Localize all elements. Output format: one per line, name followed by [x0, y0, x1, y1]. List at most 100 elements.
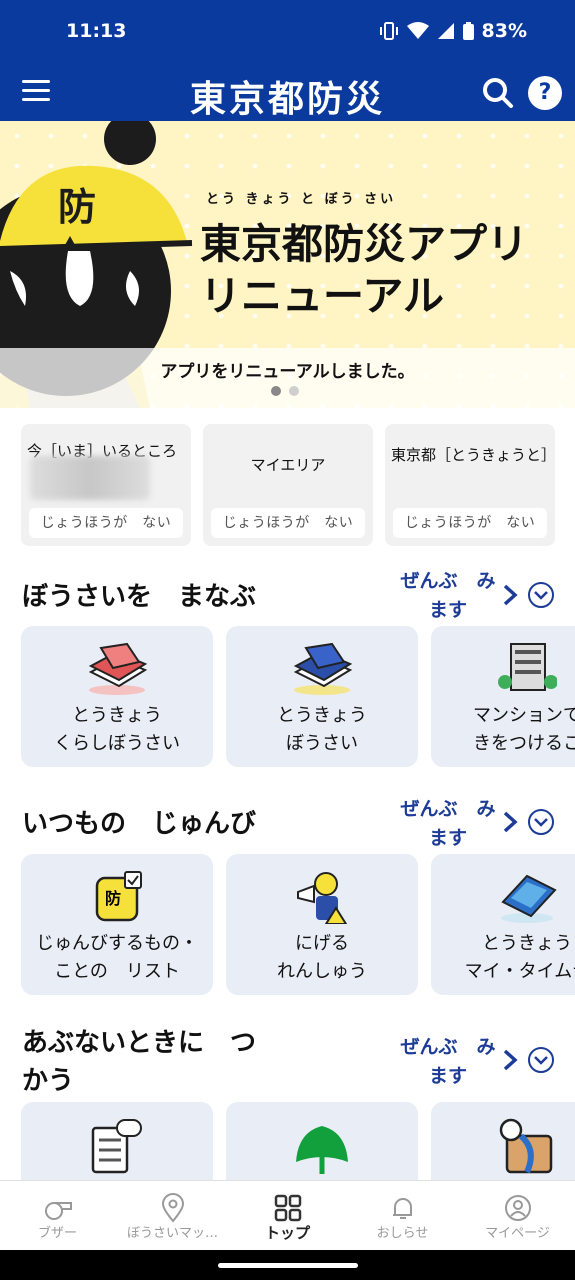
- vibrate-icon: [379, 22, 398, 40]
- help-icon[interactable]: ?: [528, 76, 562, 110]
- learn-card-mansion[interactable]: マンションで きをつけるこ: [431, 626, 575, 767]
- red-book-icon: [88, 642, 147, 695]
- see-all-emergency[interactable]: ぜんぶ み ます: [392, 1033, 504, 1091]
- prepare-card-timeline[interactable]: とうきょうマイ・タイムラ: [431, 854, 575, 995]
- area-name: マイエリア: [250, 456, 326, 474]
- banner-caption: アプリをリニューアルしました。: [160, 362, 415, 382]
- see-all-text2: ます: [428, 1065, 467, 1087]
- chevron-right-icon[interactable]: [500, 1048, 520, 1072]
- nav-label: ブザー: [37, 1226, 77, 1241]
- see-all-text1: ぜんぶ み: [400, 798, 496, 820]
- area-info: じょうほうが ない: [29, 508, 183, 538]
- nav-top[interactable]: トップ: [230, 1181, 345, 1251]
- area-card-myarea[interactable]: マイエリア じょうほうが ない: [203, 424, 373, 546]
- card-label-line2: マイ・タイムラ: [464, 961, 575, 982]
- card-label-line2: ぼうさい: [286, 733, 358, 754]
- see-all-text1: ぜんぶ み: [400, 570, 496, 592]
- collapse-section-button[interactable]: [528, 1047, 554, 1073]
- nav-mypage[interactable]: マイページ: [460, 1181, 575, 1251]
- collapse-section-button[interactable]: [528, 582, 554, 608]
- card-label-line2: れんしゅう: [277, 961, 367, 982]
- card-label: とうきょうマイ・タイムラ: [431, 930, 575, 986]
- area-card-tokyo[interactable]: 東京都［とうきょうと］ じょうほうが ない: [385, 424, 557, 546]
- carousel-dot-active[interactable]: [271, 386, 281, 396]
- banner-carousel[interactable]: 防 とう きょう と ぼう さい 東京都防災アプリ リニューアル アプリをリニュ…: [0, 121, 575, 408]
- bag-checklist-icon: 防: [95, 871, 142, 922]
- status-icons: 83%: [379, 20, 527, 42]
- card-label-line2: くらしぼうさい: [54, 733, 180, 754]
- nav-label: マイページ: [485, 1226, 550, 1241]
- carousel-dots: [271, 386, 299, 396]
- card-label: マンションで きをつけるこ: [431, 702, 575, 758]
- learn-card-kurashi[interactable]: とうきょうくらしぼうさい: [21, 626, 213, 767]
- section-title-prepare: いつもの じゅんび: [22, 809, 257, 839]
- user-icon: [505, 1195, 531, 1221]
- timeline-book-icon: [501, 874, 557, 923]
- card-label-line1: にげる: [295, 933, 349, 954]
- building-icon: [498, 643, 557, 691]
- battery-icon: [462, 22, 474, 40]
- tokyo-ginkgo-icon: [296, 1126, 348, 1174]
- blurred-location: [30, 456, 150, 500]
- signal-icon: [437, 23, 454, 39]
- card-label-line1: じゅんびするもの・: [36, 933, 198, 954]
- banner-title-line1: 東京都防災アプリ: [200, 220, 528, 268]
- nav-notice[interactable]: おしらせ: [345, 1181, 460, 1251]
- status-time: 11:13: [66, 20, 127, 42]
- card-label: じゅんびするもの・ ことの リスト: [21, 930, 213, 986]
- card-label-line2: ことの リスト: [54, 961, 180, 982]
- home-gesture-handle[interactable]: [218, 1263, 358, 1268]
- see-all-prepare[interactable]: ぜんぶ み ます: [392, 795, 504, 853]
- see-all-text1: ぜんぶ み: [400, 1036, 496, 1058]
- nav-label: トップ: [264, 1224, 310, 1242]
- bottom-navigation: ブザー ぼうさいマッ… トップ おしらせ マイページ: [0, 1180, 575, 1250]
- battery-level: 83%: [481, 20, 527, 42]
- section-title-line1: あぶないときに つ: [22, 1028, 257, 1058]
- bell-icon: [393, 1198, 412, 1219]
- learn-card-bousai[interactable]: とうきょう ぼうさい: [226, 626, 418, 767]
- chevron-right-icon[interactable]: [500, 583, 520, 607]
- area-info: じょうほうが ない: [211, 508, 365, 538]
- app-header: 東京都防災 ?: [0, 64, 575, 121]
- card-label-line2: きをつけるこ: [473, 733, 575, 754]
- section-title-emergency: あぶないときに つ かう: [22, 1024, 256, 1100]
- chevron-down-icon: [534, 591, 548, 600]
- map-pin-icon: [161, 1193, 185, 1223]
- evacuation-drill-icon: [297, 872, 348, 924]
- svg-text:防: 防: [105, 889, 121, 908]
- card-label-line1: とうきょう: [72, 705, 162, 726]
- card-label-line1: とうきょう: [482, 933, 572, 954]
- section-title-line2: かう: [22, 1066, 75, 1096]
- nav-buzzer[interactable]: ブザー: [0, 1181, 115, 1251]
- system-nav-bar: [0, 1250, 575, 1280]
- card-label: とうきょう ぼうさい: [226, 702, 418, 758]
- nav-label: おしらせ: [376, 1226, 429, 1241]
- chevron-right-icon[interactable]: [500, 810, 520, 834]
- card-label-line1: マンションで: [473, 705, 575, 726]
- card-label-line1: とうきょう: [277, 705, 367, 726]
- carousel-dot[interactable]: [289, 386, 299, 396]
- prepare-card-list[interactable]: 防 じゅんびするもの・ ことの リスト: [21, 854, 213, 995]
- see-all-text2: ます: [428, 827, 467, 849]
- section-title-learn: ぼうさいを まなぶ: [22, 582, 257, 612]
- search-icon[interactable]: [482, 77, 514, 109]
- chevron-down-icon: [534, 818, 548, 827]
- see-all-text2: ます: [428, 599, 467, 621]
- grid-icon: [274, 1194, 302, 1222]
- nav-bousai-map[interactable]: ぼうさいマッ…: [115, 1181, 230, 1251]
- area-name: 東京都［とうきょうと］: [391, 446, 557, 464]
- status-bar: 11:13 83%: [0, 0, 575, 64]
- app-root: 11:13 83% 東京都防災 ? 防 とう きょう と ぼう さい 東京都防災…: [0, 0, 575, 1280]
- chevron-down-icon: [534, 1056, 548, 1065]
- banner-title-line2: リニューアル: [200, 272, 444, 320]
- see-all-learn[interactable]: ぜんぶ み ます: [392, 567, 504, 625]
- whistle-icon: [45, 1202, 72, 1220]
- area-info: じょうほうが ない: [393, 508, 547, 538]
- checklist-chat-icon: [91, 1119, 142, 1174]
- helmet-mark: 防: [58, 185, 97, 229]
- prepare-card-drill[interactable]: にげる れんしゅう: [226, 854, 418, 995]
- wifi-icon: [406, 22, 429, 39]
- blue-book-icon: [293, 642, 352, 695]
- collapse-section-button[interactable]: [528, 809, 554, 835]
- card-label: にげる れんしゅう: [226, 930, 418, 986]
